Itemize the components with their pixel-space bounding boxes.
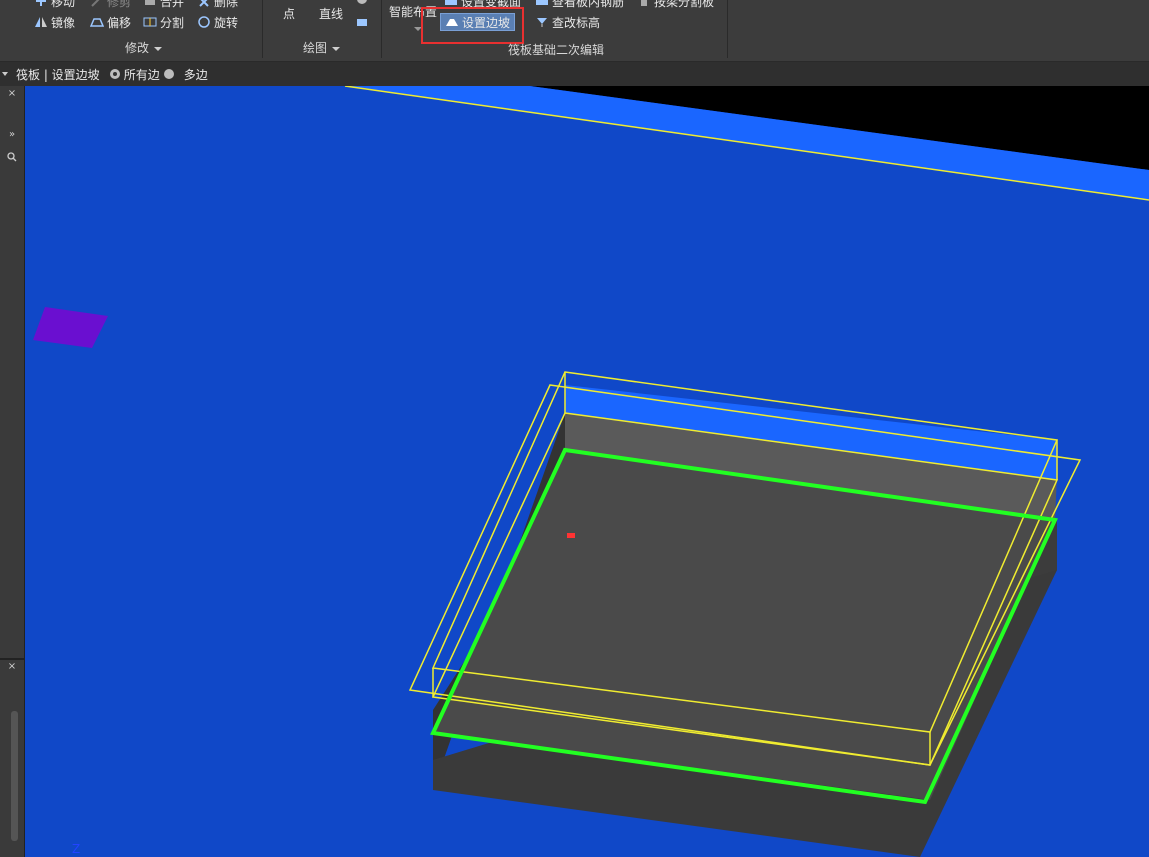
- rotate-label: 旋转: [214, 15, 239, 30]
- elevation-icon: [535, 16, 549, 28]
- left-panel: × » ×: [0, 86, 25, 857]
- rebar-icon: [535, 0, 549, 7]
- rotate-icon: [197, 16, 211, 28]
- merge-button[interactable]: 合并: [143, 0, 184, 10]
- check-elevation-label: 查改标高: [552, 15, 601, 30]
- split-label: 分割: [160, 15, 185, 30]
- point-button[interactable]: 点: [283, 4, 295, 22]
- line-label: 直线: [319, 6, 344, 21]
- mirror-button[interactable]: 镜像: [34, 13, 75, 31]
- panel-scrollbar[interactable]: [11, 711, 18, 841]
- trim-icon: [90, 0, 104, 7]
- line-button[interactable]: 直线: [319, 4, 343, 22]
- highlight-annotation-box: [421, 7, 524, 44]
- rect-tool-button[interactable]: [355, 13, 369, 31]
- 3d-viewport[interactable]: [25, 86, 1149, 857]
- modify-group-label[interactable]: 修改: [125, 39, 163, 56]
- z-axis-label: Z: [72, 842, 81, 856]
- move-label: 移动: [51, 0, 76, 9]
- trim-button[interactable]: 修剪: [90, 0, 131, 10]
- radio-multi-edges[interactable]: [163, 69, 174, 79]
- trim-label: 修剪: [107, 0, 132, 9]
- check-elevation-button[interactable]: 查改标高: [535, 13, 600, 31]
- raft-group-label: 筏板基础二次编辑: [508, 43, 605, 57]
- offset-button[interactable]: 偏移: [89, 13, 132, 31]
- circle-icon: [355, 0, 369, 5]
- delete-icon: [197, 0, 211, 7]
- circle-tool-button[interactable]: [355, 0, 369, 8]
- merge-icon: [143, 0, 157, 7]
- close-icon[interactable]: ×: [0, 87, 24, 101]
- options-bar: 筏板 | 设置边坡 所有边 多边: [0, 62, 1149, 86]
- split-icon: [143, 16, 157, 28]
- delete-button[interactable]: 删除: [197, 0, 238, 10]
- beam-split-icon: [637, 0, 651, 7]
- chevron-down-icon: [154, 46, 163, 51]
- merge-label: 合并: [160, 0, 185, 9]
- chevron-down-icon: [332, 46, 341, 51]
- draw-group-label[interactable]: 绘图: [303, 39, 341, 56]
- delete-label: 删除: [214, 0, 239, 9]
- point-label: 点: [283, 6, 296, 21]
- chevron-down-icon[interactable]: [2, 72, 8, 76]
- options-context-label: 筏板 | 设置边坡: [16, 67, 100, 82]
- split-button[interactable]: 分割: [143, 13, 184, 31]
- purple-marker: [33, 307, 108, 348]
- offset-icon: [89, 16, 105, 28]
- by-beam-split-button[interactable]: 按梁分割板: [637, 0, 714, 10]
- offset-label: 偏移: [107, 15, 132, 30]
- search-icon[interactable]: [0, 152, 24, 166]
- move-icon: [34, 0, 48, 7]
- mirror-label: 镜像: [51, 15, 76, 30]
- rectangle-icon: [355, 16, 369, 28]
- rotate-button[interactable]: 旋转: [197, 13, 238, 31]
- view-plate-rebar-button[interactable]: 查看板内钢筋: [535, 0, 624, 10]
- ribbon: 移动 修剪 合并 删除 镜像 偏移 分割 旋转 修改 点 直线 绘图 智能布置 …: [0, 0, 1149, 62]
- expand-icon[interactable]: »: [0, 128, 24, 142]
- red-point-marker: [567, 533, 575, 538]
- radio-all-edges[interactable]: [109, 69, 120, 79]
- close-icon[interactable]: ×: [0, 660, 24, 674]
- view-plate-rebar-label: 查看板内钢筋: [552, 0, 625, 9]
- mirror-icon: [34, 16, 48, 28]
- move-button[interactable]: 移动: [34, 0, 75, 10]
- radio-all-edges-label: 所有边: [123, 67, 160, 82]
- radio-multi-edges-label: 多边: [183, 67, 208, 82]
- section-icon: [444, 0, 458, 7]
- by-beam-split-label: 按梁分割板: [654, 0, 715, 9]
